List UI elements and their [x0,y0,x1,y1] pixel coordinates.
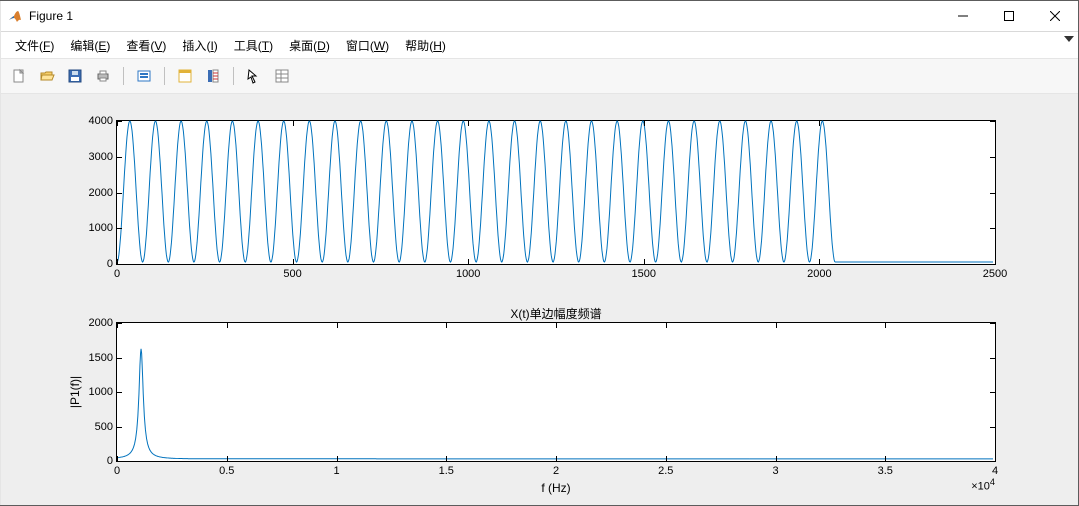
toolbar [1,58,1078,94]
toolbar-separator [123,67,124,85]
x-tick-label: 2.5 [658,461,673,477]
menubar: 文件(F) 编辑(E) 查看(V) 插入(I) 工具(T) 桌面(D) 窗口(W… [1,32,1078,58]
y-tick-label: 0 [107,258,117,270]
toolbar-separator [233,67,234,85]
x-tick-label: 500 [283,264,301,280]
menu-desktop[interactable]: 桌面(D) [283,35,336,56]
x-tick-label: 3 [772,461,778,477]
toolbar-separator [164,67,165,85]
matlab-icon [7,8,23,24]
menu-help[interactable]: 帮助(H) [399,35,452,56]
open-property-inspector-button[interactable] [270,64,294,88]
axes-bottom-title: X(t)单边幅度频谱 [510,305,601,322]
line-plot-spectrum [117,323,995,461]
save-button[interactable] [63,64,87,88]
print-button[interactable] [91,64,115,88]
axes-bottom-x-exponent: ×104 [971,477,995,493]
axes-top[interactable]: 0500100015002000250001000200030004000 [116,120,996,265]
axes-bottom-xlabel: f (Hz) [541,481,570,495]
new-figure-button[interactable] [7,64,31,88]
close-button[interactable] [1032,1,1078,31]
menu-tools[interactable]: 工具(T) [228,35,279,56]
x-tick-label: 4 [992,461,998,477]
line-plot-signal [117,121,995,264]
menu-view[interactable]: 查看(V) [120,35,172,56]
menu-window[interactable]: 窗口(W) [340,35,395,56]
titlebar: Figure 1 [1,1,1078,32]
maximize-button[interactable] [986,1,1032,31]
x-tick-label: 2000 [807,264,831,280]
minimize-button[interactable] [940,1,986,31]
open-button[interactable] [35,64,59,88]
x-tick-label: 2500 [983,264,1007,280]
figure-area[interactable]: 0500100015002000250001000200030004000 X(… [1,94,1078,505]
y-tick-label: 2000 [89,187,117,199]
y-tick-label: 2000 [89,317,117,329]
menu-edit[interactable]: 编辑(E) [64,35,116,56]
x-tick-label: 1500 [632,264,656,280]
y-tick-label: 500 [95,421,117,433]
menu-file[interactable]: 文件(F) [9,35,60,56]
menu-insert[interactable]: 插入(I) [176,35,223,56]
window-buttons [940,1,1078,31]
y-tick-label: 1500 [89,352,117,364]
figure-window: :80:-c2( :(-(-( Figure 1 [0,0,1079,506]
y-tick-label: 3000 [89,151,117,163]
y-tick-label: 4000 [89,115,117,127]
insert-colorbar-button[interactable] [201,64,225,88]
plot-canvas: 0500100015002000250001000200030004000 X(… [11,100,1068,499]
x-tick-label: 0.5 [219,461,234,477]
x-tick-label: 1.5 [439,461,454,477]
x-tick-label: 3.5 [878,461,893,477]
y-tick-label: 1000 [89,222,117,234]
link-plot-button[interactable] [173,64,197,88]
x-tick-label: 1 [333,461,339,477]
x-tick-label: 2 [553,461,559,477]
y-tick-label: 1000 [89,386,117,398]
y-tick-label: 0 [107,455,117,467]
axes-bottom-ylabel: |P1(f)| [68,376,82,408]
title-left: Figure 1 [7,8,73,24]
axes-bottom[interactable]: X(t)单边幅度频谱 f (Hz) |P1(f)| ×104 00.511.52… [116,322,996,462]
window-title: Figure 1 [29,9,73,23]
menubar-dropdown-icon[interactable] [1064,34,1074,47]
print-preview-button[interactable] [132,64,156,88]
x-tick-label: 1000 [456,264,480,280]
edit-plot-button[interactable] [242,64,266,88]
